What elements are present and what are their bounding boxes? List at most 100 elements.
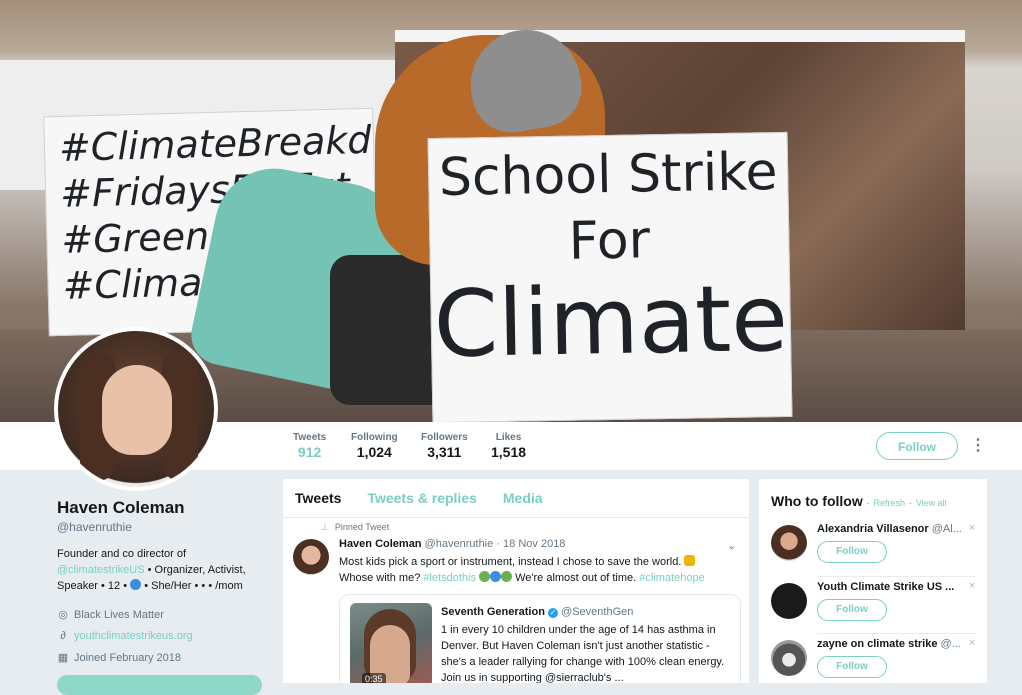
sign-right-line: School Strike <box>438 142 779 208</box>
tweet-text-part: We're almost out of time. <box>512 572 640 584</box>
title-separator: · <box>908 498 912 508</box>
timeline-tabs: Tweets Tweets & replies Media <box>283 479 749 518</box>
quoted-tweet[interactable]: 0:35 Seventh Generation ✓ @SeventhGen 1 … <box>339 594 741 683</box>
stat-value: 1,024 <box>356 444 392 460</box>
suggestion-avatar[interactable] <box>771 525 807 561</box>
banner-sign-right: School Strike For Climate <box>427 131 793 422</box>
suggestion-name-row[interactable]: Youth Climate Strike US ... <box>817 581 962 593</box>
stat-likes[interactable]: Likes 1,518 <box>491 432 526 460</box>
person-emoji-icon <box>684 555 696 566</box>
suggestion-name: zayne on climate strike <box>817 638 938 650</box>
stat-value: 1,518 <box>491 444 527 460</box>
more-options-icon[interactable]: ⋮ <box>970 434 986 458</box>
stat-followers[interactable]: Followers 3,311 <box>421 432 468 460</box>
tweet-separator: · <box>496 538 500 550</box>
quoted-author-name: Seventh Generation <box>441 606 545 618</box>
bio-text: Founder and co director of <box>57 548 187 560</box>
website-link[interactable]: youthclimatestrikeus.org <box>74 630 193 642</box>
tweet-text-part: Most kids pick a sport or instrument, in… <box>339 556 685 568</box>
profile-handle[interactable]: @havenruthie <box>57 520 272 534</box>
bio-text: • She/Her • • • /mom <box>141 580 243 592</box>
divider <box>817 633 977 634</box>
stat-label: Tweets <box>293 432 327 443</box>
quoted-text: 1 in every 10 children under the age of … <box>441 624 725 683</box>
stat-following[interactable]: Following 1,024 <box>351 432 398 460</box>
tweet-avatar[interactable] <box>293 539 329 575</box>
joined-text: Joined February 2018 <box>74 651 182 664</box>
green-heart-emoji-icon <box>479 571 491 582</box>
profile-avatar[interactable] <box>54 327 218 491</box>
bio-text: Speaker • 12 • <box>57 580 131 592</box>
hashtag-link[interactable]: #climatehope <box>639 572 704 584</box>
profile-website: ∂ youthclimatestrikeus.org <box>57 630 272 642</box>
who-to-follow-heading: Who to follow <box>771 493 863 509</box>
view-all-link[interactable]: View all <box>916 498 947 508</box>
profile-location: ◎ Black Lives Matter <box>57 608 272 622</box>
suggestion-name-row[interactable]: zayne on climate strike @... <box>817 638 962 650</box>
suggestion-item: Alexandria Villasenor @Al... × Follow <box>759 521 987 577</box>
suggestion-follow-button[interactable]: Follow <box>817 656 887 678</box>
tab-tweets[interactable]: Tweets <box>295 490 341 506</box>
profile-bio: Founder and co director of @climatestrik… <box>57 546 272 594</box>
tab-tweets-replies[interactable]: Tweets & replies <box>367 490 476 506</box>
suggestion-follow-button[interactable]: Follow <box>817 541 887 563</box>
tweet-text: Most kids pick a sport or instrument, in… <box>339 554 739 586</box>
timeline: Tweets Tweets & replies Media ⊥ Pinned Tw… <box>283 479 749 683</box>
suggestion-avatar[interactable] <box>771 640 807 676</box>
stat-label: Followers <box>421 432 468 443</box>
pinned-indicator: ⊥ Pinned Tweet <box>321 522 389 533</box>
suggestion-item: Youth Climate Strike US ... × Follow <box>759 579 987 635</box>
quoted-author-handle: @SeventhGen <box>561 606 634 618</box>
stat-value: 3,311 <box>427 444 462 460</box>
link-icon: ∂ <box>60 630 66 642</box>
pinned-label: Pinned Tweet <box>334 522 390 532</box>
divider <box>817 576 977 577</box>
globe-emoji-icon <box>490 571 502 582</box>
suggestion-name: Alexandria Villasenor <box>817 523 929 535</box>
globe-emoji-icon <box>130 579 142 590</box>
profile-joined: ▦ Joined February 2018 <box>57 651 272 665</box>
tweet-to-button[interactable] <box>57 675 262 695</box>
pin-icon: ⊥ <box>321 522 329 532</box>
tab-media[interactable]: Media <box>503 490 543 506</box>
suggestion-name-row[interactable]: Alexandria Villasenor @Al... <box>817 523 962 535</box>
tweet-author-name[interactable]: Haven Coleman <box>339 538 422 550</box>
dismiss-icon[interactable]: × <box>969 580 975 592</box>
chevron-down-icon[interactable]: ⌄ <box>727 539 736 552</box>
tweet-header: Haven Coleman @havenruthie · 18 Nov 2018 <box>339 538 565 550</box>
tweet-date[interactable]: 18 Nov 2018 <box>503 538 565 550</box>
stat-value: 912 <box>297 444 322 460</box>
suggestion-item: zayne on climate strike @... × Follow <box>759 636 987 683</box>
stat-label: Following <box>351 432 398 443</box>
follow-button[interactable]: Follow <box>876 432 958 460</box>
video-duration: 0:35 <box>362 673 386 683</box>
tweet-text-part: Whose with me? <box>339 572 424 584</box>
stat-label: Likes <box>495 432 522 443</box>
profile-card: Haven Coleman @havenruthie Founder and c… <box>57 498 272 664</box>
sign-left-line: #ClimateBreakdown <box>58 115 379 170</box>
dismiss-icon[interactable]: × <box>969 637 975 649</box>
who-to-follow-title: Who to follow · Refresh · View all <box>771 493 947 509</box>
stat-tweets[interactable]: Tweets 912 <box>293 432 326 460</box>
bio-text: • Organizer, Activist, <box>144 564 246 576</box>
location-text: Black Lives Matter <box>74 608 164 621</box>
refresh-link[interactable]: Refresh <box>874 498 906 508</box>
hashtag-link[interactable]: #letsdothis <box>423 572 476 584</box>
verified-badge-icon: ✓ <box>547 608 558 618</box>
quoted-video-thumbnail[interactable]: 0:35 <box>350 603 432 683</box>
dismiss-icon[interactable]: × <box>969 522 975 534</box>
title-separator: · <box>866 498 870 508</box>
location-pin-icon: ◎ <box>58 609 68 621</box>
bio-mention-link[interactable]: @climatestrikeUS <box>57 564 145 576</box>
profile-name[interactable]: Haven Coleman <box>57 498 272 518</box>
suggestion-handle: @... <box>940 638 961 650</box>
sign-right-line: Climate <box>432 264 789 379</box>
tweet-author-handle[interactable]: @havenruthie <box>425 538 494 550</box>
avatar-face <box>102 365 172 455</box>
suggestion-follow-button[interactable]: Follow <box>817 599 887 621</box>
who-to-follow: Who to follow · Refresh · View all Alexa… <box>759 479 987 683</box>
suggestion-name: Youth Climate Strike US ... <box>817 581 955 593</box>
green-heart-emoji-icon <box>501 571 513 582</box>
quoted-header: Seventh Generation ✓ @SeventhGen <box>441 606 633 618</box>
suggestion-avatar[interactable] <box>771 583 807 619</box>
